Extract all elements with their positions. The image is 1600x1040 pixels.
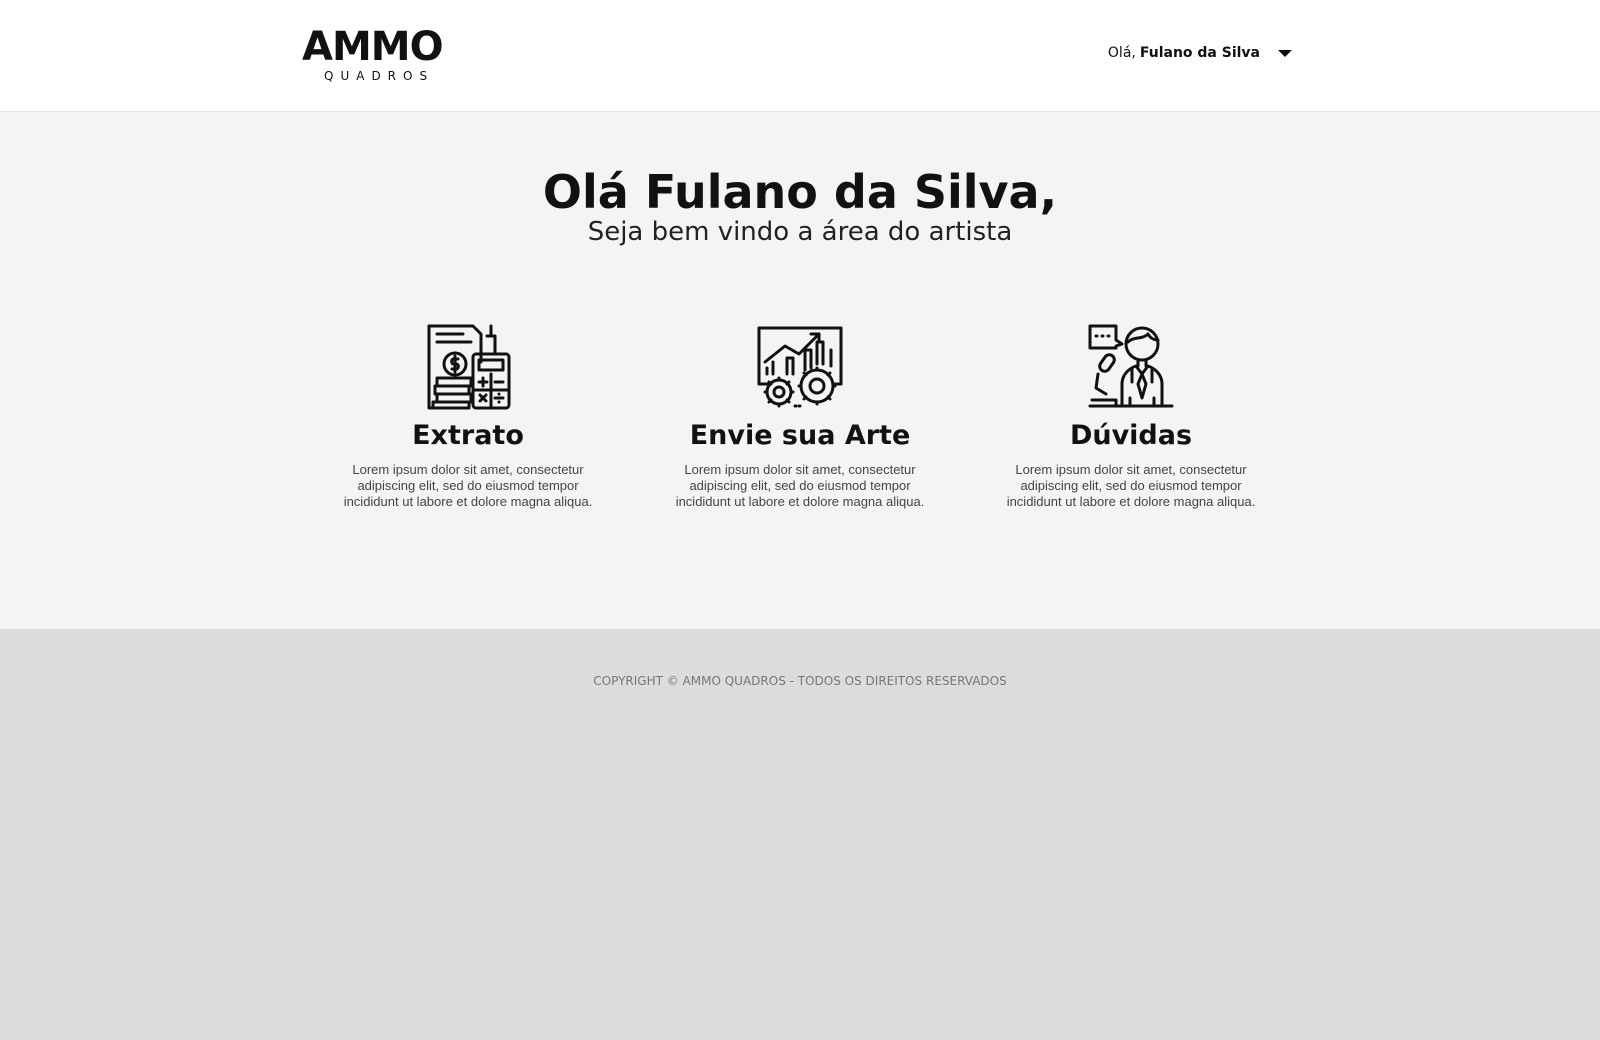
card-description: Lorem ipsum dolor sit amet, consectetur … — [343, 462, 593, 509]
card-title: Dúvidas — [1069, 420, 1193, 451]
site-footer: COPYRIGHT © AMMO QUADROS - TODOS OS DIRE… — [0, 629, 1600, 1040]
user-greeting: Olá, — [1107, 45, 1136, 61]
user-menu-dropdown[interactable]: Olá, Fulano da Silva — [1108, 45, 1292, 61]
main-content: Olá Fulano da Silva, Seja bem vindo a ár… — [0, 112, 1600, 629]
presentation-chart-gears-icon — [757, 326, 843, 408]
invoice-calculator-icon — [427, 324, 511, 410]
card-description: Lorem ipsum dolor sit amet, consectetur … — [675, 462, 925, 509]
logo-mark: AMMO — [302, 24, 444, 70]
card-description: Lorem ipsum dolor sit amet, consectetur … — [1006, 462, 1256, 509]
page-subtitle: Seja bem vindo a área do artista — [587, 217, 1013, 247]
card-title: Envie sua Arte — [689, 420, 911, 451]
card-envie-sua-arte[interactable]: Envie sua Arte Lorem ipsum dolor sit ame… — [650, 322, 950, 510]
card-duvidas[interactable]: Dúvidas Lorem ipsum dolor sit amet, cons… — [981, 322, 1281, 510]
ammo-quadros-logo[interactable]: AMMO QUADROS — [302, 26, 446, 86]
user-name: Fulano da Silva — [1139, 45, 1260, 61]
speaker-microphone-icon — [1088, 324, 1174, 408]
page-title: Olá Fulano da Silva, — [542, 165, 1058, 219]
site-header: AMMO QUADROS Olá, Fulano da Silva — [0, 0, 1600, 112]
logo-subtitle: QUADROS — [324, 69, 435, 83]
caret-down-icon[interactable] — [1278, 49, 1292, 57]
card-extrato[interactable]: Extrato Lorem ipsum dolor sit amet, cons… — [318, 322, 618, 510]
copyright-text: COPYRIGHT © AMMO QUADROS - TODOS OS DIRE… — [593, 674, 1007, 688]
card-title: Extrato — [412, 420, 524, 451]
